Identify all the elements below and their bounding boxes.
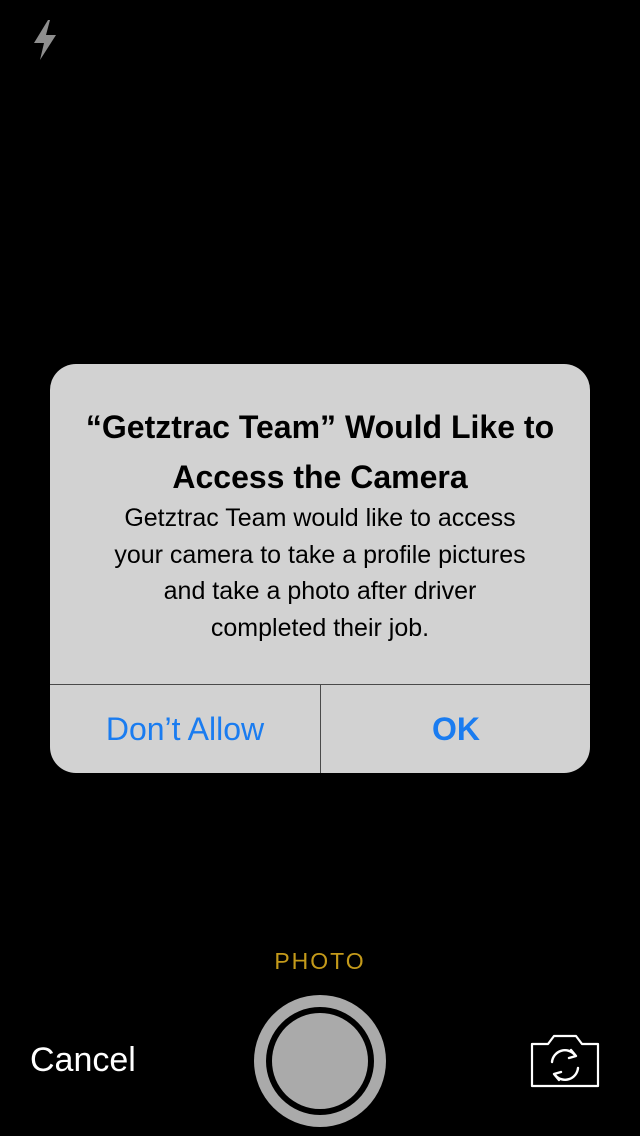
alert-title: “Getztrac Team” Would Like to Access the… <box>85 409 555 495</box>
flash-icon[interactable] <box>28 18 62 62</box>
camera-permission-alert: “Getztrac Team” Would Like to Access the… <box>50 364 590 773</box>
dont-allow-button[interactable]: Don’t Allow <box>50 685 320 773</box>
shutter-core <box>272 1013 368 1109</box>
cancel-button[interactable]: Cancel <box>30 1036 136 1084</box>
alert-body: “Getztrac Team” Would Like to Access the… <box>50 364 590 684</box>
camera-rotate-icon[interactable] <box>526 1032 604 1090</box>
alert-message: Getztrac Team would like to access your … <box>114 504 526 642</box>
shutter-button[interactable] <box>254 995 386 1127</box>
camera-mode-label[interactable]: PHOTO <box>0 948 640 975</box>
ok-button[interactable]: OK <box>321 685 590 773</box>
